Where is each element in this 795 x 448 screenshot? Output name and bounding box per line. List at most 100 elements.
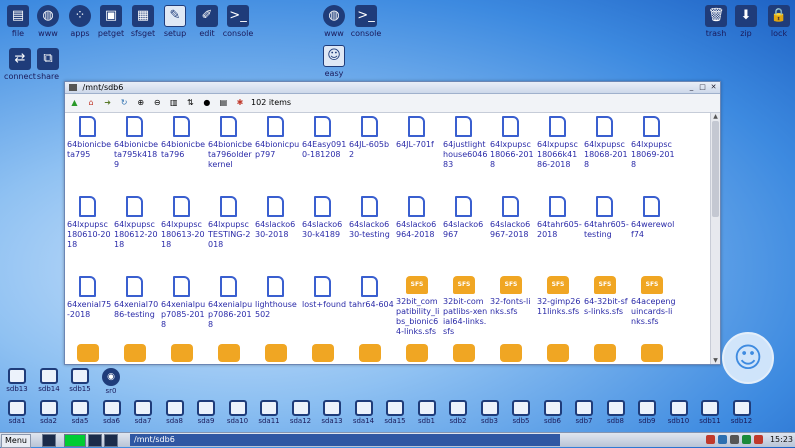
- file-item[interactable]: 64lxpupsc18068-2018: [584, 116, 629, 170]
- drive-sda5[interactable]: sda5: [65, 400, 95, 425]
- file-item[interactable]: 64JL-701f: [396, 116, 441, 150]
- sfs-file-item[interactable]: SFS 32bit_compatibility_libs_bionic64-lin…: [396, 276, 441, 337]
- drive-sda9[interactable]: sda9: [191, 400, 221, 425]
- drive-sda2[interactable]: sda2: [34, 400, 64, 425]
- file-item[interactable]: 64lxpupsc18066k4186-2018: [537, 116, 582, 170]
- sfs-file-item[interactable]: SFS 32-fonts-links.sfs: [490, 276, 535, 317]
- file-item[interactable]: 64justlighthouse604683: [443, 116, 488, 170]
- zoom-out-icon[interactable]: ⊖: [152, 97, 163, 108]
- sfs-file-icon[interactable]: [218, 344, 240, 362]
- scroll-down-icon[interactable]: ▼: [711, 357, 720, 364]
- file-item[interactable]: 64JL-605b2: [349, 116, 394, 160]
- sfs-file-icon[interactable]: [406, 344, 428, 362]
- drive-sdb7[interactable]: sdb7: [569, 400, 599, 425]
- drive-sdb2[interactable]: sdb2: [443, 400, 473, 425]
- drive-sdb14[interactable]: sdb14: [34, 368, 64, 393]
- taskbar-window-button[interactable]: /mnt/sdb6: [130, 434, 560, 446]
- drive-sda11[interactable]: sda11: [254, 400, 284, 425]
- file-item[interactable]: 64slacko630-2018: [255, 196, 300, 240]
- file-item[interactable]: 64lxpupsc180612-2018: [114, 196, 159, 250]
- file-item[interactable]: 64xenialpup7086-2018: [208, 276, 253, 330]
- desktop-pager-3[interactable]: [104, 434, 118, 447]
- file-item[interactable]: 64xenial7086-testing: [114, 276, 159, 320]
- zoom-in-icon[interactable]: ⊕: [135, 97, 146, 108]
- file-item[interactable]: 64lxpupscTESTING-2018: [208, 196, 253, 250]
- desktop-pager-2[interactable]: [88, 434, 102, 447]
- file-item[interactable]: 64lxpupsc180613-2018: [161, 196, 206, 250]
- refresh-icon[interactable]: ↻: [119, 97, 130, 108]
- drive-sda15[interactable]: sda15: [380, 400, 410, 425]
- battery-tray-icon[interactable]: [742, 435, 751, 444]
- drive-sda1[interactable]: sda1: [2, 400, 32, 425]
- sfs-file-icon[interactable]: [641, 344, 663, 362]
- file-item[interactable]: lost+found: [302, 276, 347, 310]
- drive-sdb1[interactable]: sdb1: [412, 400, 442, 425]
- desktop-icon-zip[interactable]: ⬇ zip: [728, 5, 764, 38]
- file-item[interactable]: 64slacko6967: [443, 196, 488, 240]
- drive-sda6[interactable]: sda6: [97, 400, 127, 425]
- file-item[interactable]: 64slacko6964-2018: [396, 196, 441, 240]
- drive-sdb3[interactable]: sdb3: [475, 400, 505, 425]
- file-item[interactable]: tahr64-604: [349, 276, 394, 310]
- window-titlebar[interactable]: /mnt/sdb6 _ □ ✕: [65, 82, 720, 94]
- drive-sdb15[interactable]: sdb15: [65, 368, 95, 393]
- sfs-file-item[interactable]: SFS 32bit-compatlibs-xenial64-links.sfs: [443, 276, 488, 337]
- menu-button[interactable]: Menu: [1, 434, 31, 448]
- update-tray-icon[interactable]: [754, 435, 763, 444]
- file-item[interactable]: 64lxpupsc18066-2018: [490, 116, 535, 170]
- file-item[interactable]: 64Easy0910-181208: [302, 116, 347, 160]
- drive-sdb12[interactable]: sdb12: [727, 400, 757, 425]
- view-icon[interactable]: ▥: [168, 97, 179, 108]
- close-icon[interactable]: ✕: [709, 83, 718, 91]
- drive-sda10[interactable]: sda10: [223, 400, 253, 425]
- scrollbar-thumb[interactable]: [712, 121, 719, 217]
- sfs-file-icon[interactable]: [265, 344, 287, 362]
- desktop-icon-easy[interactable]: ☺ easy: [316, 45, 352, 78]
- sfs-file-item[interactable]: SFS 32-gimp2611links.sfs: [537, 276, 582, 317]
- desktop-icon-lock[interactable]: 🔒 lock: [761, 5, 795, 38]
- file-item[interactable]: 64bionicpup797: [255, 116, 300, 160]
- scroll-up-icon[interactable]: ▲: [711, 113, 720, 120]
- sort-icon[interactable]: ⇅: [185, 97, 196, 108]
- desktop-icon-console[interactable]: >_ console: [220, 5, 256, 38]
- file-item[interactable]: lighthouse502: [255, 276, 300, 320]
- desktop-pager-1[interactable]: [42, 434, 56, 447]
- desktop-icon-setup[interactable]: ✎ setup: [157, 5, 193, 38]
- sfs-file-icon[interactable]: [500, 344, 522, 362]
- drive-sr0[interactable]: ◉ sr0: [96, 368, 126, 395]
- tray-icon-1[interactable]: [706, 435, 715, 444]
- file-item[interactable]: 64bionicbeta796: [161, 116, 206, 160]
- drive-sda14[interactable]: sda14: [349, 400, 379, 425]
- sfs-file-item[interactable]: SFS 64acepenguincards-links.sfs: [631, 276, 676, 327]
- file-item[interactable]: 64lxpupsc18069-2018: [631, 116, 676, 170]
- file-item[interactable]: 64slacko630-testing: [349, 196, 394, 240]
- sfs-file-icon[interactable]: [594, 344, 616, 362]
- drive-sdb10[interactable]: sdb10: [664, 400, 694, 425]
- maximize-icon[interactable]: □: [698, 83, 707, 91]
- file-item[interactable]: 64xenial75-2018: [67, 276, 112, 320]
- file-item[interactable]: 64slacko6967-2018: [490, 196, 535, 240]
- file-item[interactable]: 64lxpupsc180610-2018: [67, 196, 112, 250]
- file-item[interactable]: 64tahr605-2018: [537, 196, 582, 240]
- drive-sda12[interactable]: sda12: [286, 400, 316, 425]
- drive-sdb13[interactable]: sdb13: [2, 368, 32, 393]
- drive-sdb5[interactable]: sdb5: [506, 400, 536, 425]
- goto-icon[interactable]: ➜: [102, 97, 113, 108]
- network-tray-icon[interactable]: [718, 435, 727, 444]
- drive-sdb6[interactable]: sdb6: [538, 400, 568, 425]
- options-icon[interactable]: ▤: [218, 97, 229, 108]
- desktop-icon-sfsget[interactable]: ▦ sfsget: [125, 5, 161, 38]
- desktop-icon-www[interactable]: ◍ www: [30, 5, 66, 38]
- file-item[interactable]: 64bionicbeta796olderkernel: [208, 116, 253, 170]
- sfs-file-icon[interactable]: [312, 344, 334, 362]
- file-item[interactable]: 64xenialpup7085-2018: [161, 276, 206, 330]
- file-item[interactable]: 64werewolf74: [631, 196, 676, 240]
- sfs-file-icon[interactable]: [547, 344, 569, 362]
- window-menu-icon[interactable]: [69, 84, 77, 91]
- vertical-scrollbar[interactable]: ▲ ▼: [710, 113, 720, 364]
- drive-sda7[interactable]: sda7: [128, 400, 158, 425]
- file-item[interactable]: 64slacko630-k4189: [302, 196, 347, 240]
- volume-tray-icon[interactable]: [730, 435, 739, 444]
- desktop-icon-console-2[interactable]: >_ console: [348, 5, 384, 38]
- home-icon[interactable]: ⌂: [86, 97, 97, 108]
